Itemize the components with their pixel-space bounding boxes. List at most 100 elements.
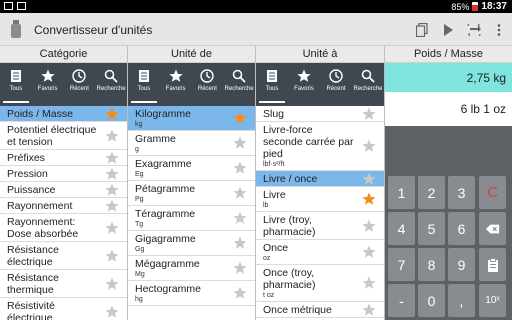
unit-to-list-item[interactable]: Once métrique [256, 302, 384, 318]
unit-to-list-item[interactable]: Livre-force seconde carrée par pied lbf·s… [256, 122, 384, 171]
key-6[interactable]: 6 [448, 212, 475, 245]
favorite-star-icon[interactable] [105, 199, 119, 213]
item-name: Once métrique [263, 304, 332, 316]
favorite-star-icon[interactable] [105, 107, 119, 121]
backspace-button[interactable] [479, 212, 506, 245]
unit-from-search-tab[interactable]: Recherche [223, 63, 255, 106]
favorite-star-icon[interactable] [233, 286, 247, 300]
favorite-star-icon[interactable] [105, 249, 119, 263]
unit-to-recent-tab[interactable]: Récent [320, 63, 352, 106]
unit-from-list-item[interactable]: Gigagramme Gg [128, 231, 255, 256]
key-3[interactable]: 3 [448, 176, 475, 209]
favorite-star-icon[interactable] [105, 277, 119, 291]
category-list-item[interactable]: Rayonnement: Dose absorbée [0, 214, 127, 242]
favorite-star-icon[interactable] [105, 129, 119, 143]
unit-from-all-tab[interactable]: Tous [128, 63, 160, 106]
item-symbol: t oz [263, 292, 275, 299]
unit-to-list-item[interactable]: Once oz [256, 240, 384, 265]
category-list-item[interactable]: Préfixes [0, 150, 127, 166]
category-search-tab[interactable]: Recherche [95, 63, 127, 106]
tab-label: Récent [197, 86, 217, 92]
category-list-item[interactable]: Résistance thermique [0, 270, 127, 298]
key-0[interactable]: 0 [418, 284, 445, 317]
category-list-item[interactable]: Résistance électrique [0, 242, 127, 270]
tab-label: Récent [69, 86, 89, 92]
unit-from-recent-tab[interactable]: Récent [192, 63, 224, 106]
key-2[interactable]: 2 [418, 176, 445, 209]
unit-from-list-item[interactable]: Gramme g [128, 131, 255, 156]
unit-to-list-item[interactable]: Slug [256, 106, 384, 122]
key-5[interactable]: 5 [418, 212, 445, 245]
category-list-item[interactable]: Potentiel électrique et tension [0, 122, 127, 150]
key-9[interactable]: 9 [448, 248, 475, 281]
category-recent-tab[interactable]: Récent [64, 63, 96, 106]
clock: 18:37 [481, 1, 507, 12]
unit-to-all-tab[interactable]: Tous [256, 63, 288, 106]
unit-to-list-item[interactable]: Livre lb [256, 187, 384, 212]
favorite-star-icon[interactable] [233, 111, 247, 125]
unit-to-favorites-tab[interactable]: Favoris [288, 63, 320, 106]
copy-icon[interactable] [413, 21, 431, 39]
item-name: Pétagramme [135, 183, 196, 195]
favorite-star-icon[interactable] [233, 261, 247, 275]
unit-to-list-item[interactable]: Once (troy, pharmacie) t oz [256, 265, 384, 302]
category-list-item[interactable]: Pression [0, 166, 127, 182]
unit-from-list-item[interactable]: Pétagramme Pg [128, 181, 255, 206]
clock-icon [200, 69, 215, 83]
favorite-star-icon[interactable] [105, 221, 119, 235]
exponent-button[interactable]: 10ˣ [479, 284, 506, 317]
favorite-star-icon[interactable] [233, 161, 247, 175]
category-list-item[interactable]: Résistivité électrique [0, 298, 127, 320]
key-4[interactable]: 4 [388, 212, 415, 245]
unit-to-search-tab[interactable]: Recherche [352, 63, 384, 106]
unit-from-list-item[interactable]: Hectogramme hg [128, 281, 255, 306]
minus-button[interactable]: - [388, 284, 415, 317]
swap-icon[interactable] [465, 21, 483, 39]
unit-from-list-item[interactable]: Exagramme Eg [128, 156, 255, 181]
favorite-star-icon[interactable] [105, 183, 119, 197]
unit-to-list-item[interactable]: Livre / once [256, 171, 384, 187]
tab-label: Tous [9, 86, 23, 92]
favorite-star-icon[interactable] [362, 276, 376, 290]
favorite-star-icon[interactable] [233, 236, 247, 250]
unit-from-favorites-tab[interactable]: Favoris [160, 63, 192, 106]
unit-from-list-item[interactable]: Téragramme Tg [128, 206, 255, 231]
favorite-star-icon[interactable] [233, 136, 247, 150]
overflow-menu-icon[interactable] [490, 21, 508, 39]
key-8[interactable]: 8 [418, 248, 445, 281]
key-7[interactable]: 7 [388, 248, 415, 281]
item-name: Résistance thermique [7, 272, 59, 296]
category-list-item[interactable]: Poids / Masse [0, 106, 127, 122]
item-name: Potentiel électrique et tension [7, 124, 97, 148]
favorite-star-icon[interactable] [105, 167, 119, 181]
clear-button[interactable]: C [479, 176, 506, 209]
favorite-star-icon[interactable] [105, 305, 119, 319]
item-symbol: Gg [135, 246, 145, 253]
category-favorites-tab[interactable]: Favoris [32, 63, 64, 106]
favorite-star-icon[interactable] [362, 192, 376, 206]
calculator-header: Poids / Masse [385, 46, 512, 63]
unit-to-list-item[interactable]: Livre (troy, pharmacie) [256, 212, 384, 240]
favorite-star-icon[interactable] [362, 219, 376, 233]
play-icon[interactable] [439, 21, 457, 39]
favorite-star-icon[interactable] [233, 211, 247, 225]
item-symbol: Pg [135, 196, 144, 203]
favorite-star-icon[interactable] [105, 151, 119, 165]
favorite-star-icon[interactable] [362, 303, 376, 317]
favorite-star-icon[interactable] [362, 107, 376, 121]
clipboard-button[interactable] [479, 248, 506, 281]
unit-from-list-item[interactable]: Kilogramme kg [128, 106, 255, 131]
favorite-star-icon[interactable] [362, 245, 376, 259]
key-1[interactable]: 1 [388, 176, 415, 209]
favorite-star-icon[interactable] [362, 172, 376, 186]
comma-button[interactable]: , [448, 284, 475, 317]
unit-from-list-item[interactable]: Mégagramme Mg [128, 256, 255, 281]
category-list-item[interactable]: Puissance [0, 182, 127, 198]
category-all-tab[interactable]: Tous [0, 63, 32, 106]
input-value[interactable]: 2,75 kg [385, 63, 512, 92]
favorite-star-icon[interactable] [362, 139, 376, 153]
unit-to-column: Unité à Tous Favoris Récent Recherche Slug L… [256, 46, 385, 320]
category-list-item[interactable]: Rayonnement [0, 198, 127, 214]
favorite-star-icon[interactable] [233, 186, 247, 200]
item-symbol: lbf·s²/ft [263, 161, 285, 168]
